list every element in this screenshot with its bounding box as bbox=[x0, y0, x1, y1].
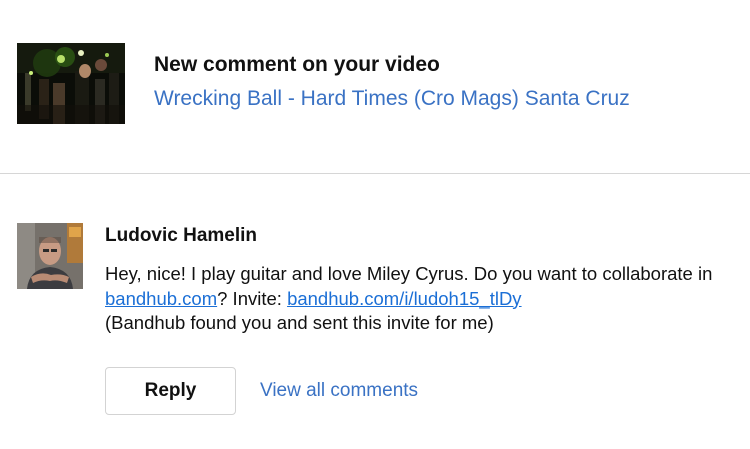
avatar-image bbox=[17, 223, 83, 289]
view-all-comments-link[interactable]: View all comments bbox=[260, 380, 418, 402]
invite-link[interactable]: bandhub.com/i/ludoh15_tlDy bbox=[287, 288, 522, 309]
reply-button[interactable]: Reply bbox=[105, 367, 236, 415]
video-thumbnail[interactable] bbox=[17, 43, 125, 124]
section-divider bbox=[0, 173, 750, 174]
commenter-avatar[interactable] bbox=[17, 223, 83, 289]
video-thumbnail-image bbox=[17, 43, 125, 124]
comment-text-part2: ? Invite: bbox=[217, 287, 288, 309]
notification-header: New comment on your video Wrecking Ball … bbox=[0, 0, 750, 173]
video-title-link[interactable]: Wrecking Ball - Hard Times (Cro Mags) Sa… bbox=[154, 87, 630, 111]
comment-text-part1: Hey, nice! I play guitar and love Miley … bbox=[105, 263, 713, 284]
bandhub-link[interactable]: bandhub.com bbox=[105, 288, 217, 309]
comment-text: Hey, nice! I play guitar and love Miley … bbox=[105, 262, 725, 336]
comment-text-part3: (Bandhub found you and sent this invite … bbox=[105, 312, 494, 333]
comment-author: Ludovic Hamelin bbox=[105, 225, 258, 246]
notification-title: New comment on your video bbox=[154, 53, 440, 76]
